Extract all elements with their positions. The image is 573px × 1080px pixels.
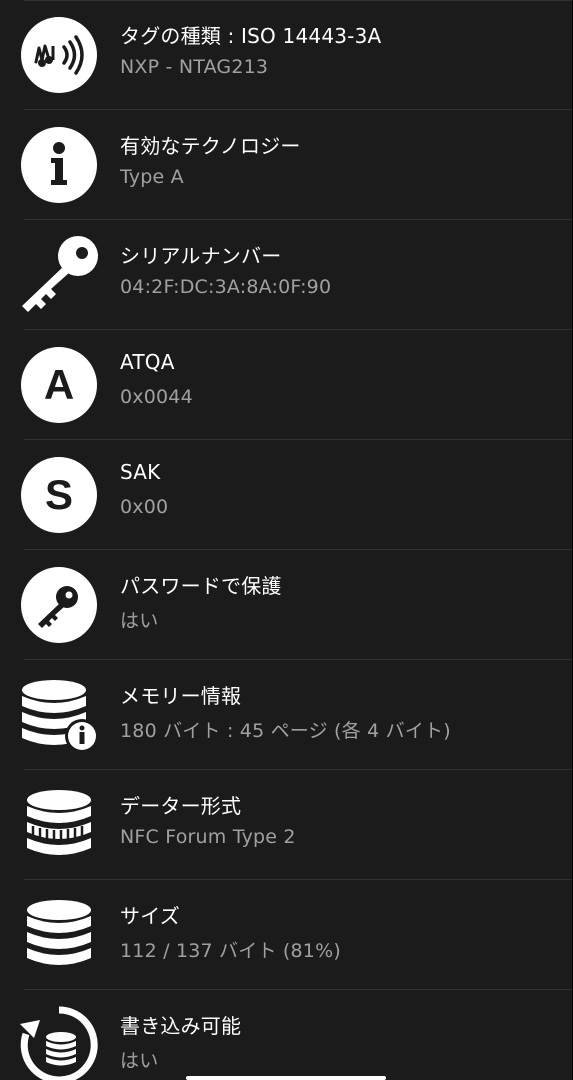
row-title: シリアルナンバー [120, 244, 282, 268]
svg-text:S: S [45, 471, 73, 518]
row-value: はい [120, 610, 159, 632]
row-value: 180 バイト : 45 ページ (各 4 バイト) [120, 720, 451, 742]
row-value: NFC Forum Type 2 [120, 826, 296, 848]
list-item-tag-type[interactable]: タグの種類 : ISO 14443-3A NXP - NTAG213 [0, 0, 572, 110]
row-title: メモリー情報 [120, 684, 242, 708]
list-item-technology[interactable]: 有効なテクノロジー Type A [0, 110, 572, 220]
home-indicator[interactable] [186, 1076, 386, 1080]
row-value: 112 / 137 バイト (81%) [120, 940, 341, 962]
row-value: 0x00 [120, 496, 169, 518]
letter-a-icon: A [20, 346, 98, 424]
row-title: データー形式 [120, 794, 242, 818]
svg-text:A: A [44, 361, 74, 408]
database-rotate-icon [20, 1006, 98, 1080]
list-item-writable[interactable]: 書き込み可能 はい [0, 990, 572, 1080]
row-title: 有効なテクノロジー [120, 134, 301, 158]
row-title: サイズ [120, 904, 180, 928]
list-item-sak[interactable]: S SAK 0x00 [0, 440, 572, 550]
list-item-atqa[interactable]: A ATQA 0x0044 [0, 330, 572, 440]
database-striped-icon [20, 786, 98, 864]
key-circle-icon [20, 566, 98, 644]
row-title: ATQA [120, 350, 175, 374]
row-value: はい [120, 1050, 159, 1072]
row-title: 書き込み可能 [120, 1014, 242, 1038]
row-value: Type A [120, 166, 184, 188]
info-icon [20, 126, 98, 204]
key-icon [20, 236, 98, 314]
list-item-serial-number[interactable]: シリアルナンバー 04:2F:DC:3A:8A:0F:90 [0, 220, 572, 330]
row-title: SAK [120, 460, 161, 484]
database-icon [20, 896, 98, 974]
row-value: 04:2F:DC:3A:8A:0F:90 [120, 276, 332, 298]
row-title: パスワードで保護 [120, 574, 282, 598]
letter-s-icon: S [20, 456, 98, 534]
list-item-data-format[interactable]: データー形式 NFC Forum Type 2 [0, 770, 572, 880]
list-item-size[interactable]: サイズ 112 / 137 バイト (81%) [0, 880, 572, 990]
row-title: タグの種類 : ISO 14443-3A [120, 24, 382, 48]
database-info-icon [20, 676, 98, 754]
list-item-password-protected[interactable]: パスワードで保護 はい [0, 550, 572, 660]
tag-info-list: タグの種類 : ISO 14443-3A NXP - NTAG213 有効なテク… [0, 0, 573, 1080]
row-value: 0x0044 [120, 386, 193, 408]
list-item-memory-info[interactable]: メモリー情報 180 バイト : 45 ページ (各 4 バイト) [0, 660, 572, 770]
row-value: NXP - NTAG213 [120, 56, 269, 78]
nfc-tag-icon [20, 16, 98, 94]
